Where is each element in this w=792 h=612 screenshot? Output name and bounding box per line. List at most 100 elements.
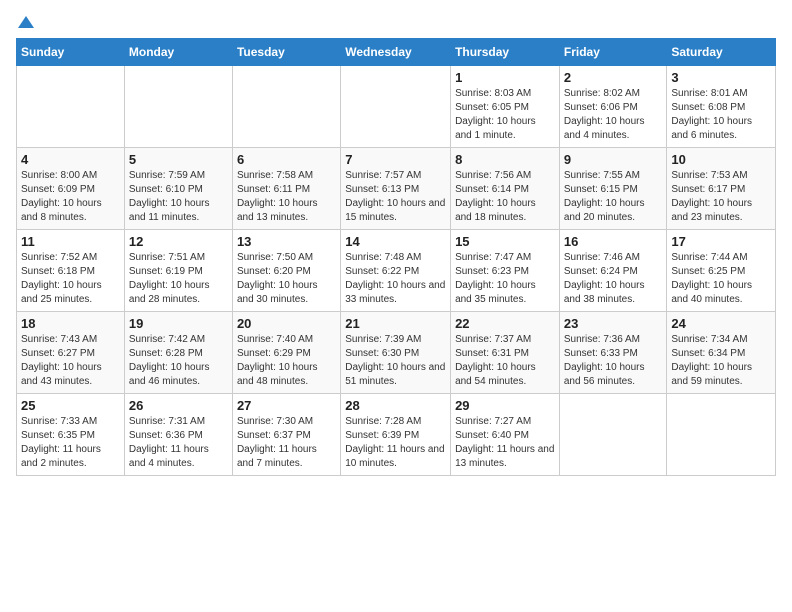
day-number: 6: [237, 152, 336, 167]
calendar-cell: 8 Sunrise: 7:56 AM Sunset: 6:14 PM Daylig…: [451, 148, 560, 230]
calendar-cell: [341, 66, 451, 148]
day-number: 11: [21, 234, 120, 249]
column-header-wednesday: Wednesday: [341, 39, 451, 66]
day-info: Sunrise: 7:30 AM Sunset: 6:37 PM Dayligh…: [237, 415, 336, 471]
column-header-tuesday: Tuesday: [232, 39, 340, 66]
column-header-monday: Monday: [124, 39, 232, 66]
calendar-cell: 2 Sunrise: 8:02 AM Sunset: 6:06 PM Daylig…: [559, 66, 667, 148]
calendar-week-row: 25Sunrise: 7:33 AM Sunset: 6:35 PM Dayli…: [17, 394, 776, 476]
calendar-cell: 16Sunrise: 7:46 AM Sunset: 6:24 PM Dayli…: [559, 230, 667, 312]
day-info: Sunrise: 7:28 AM Sunset: 6:39 PM Dayligh…: [345, 415, 446, 471]
page-header: [16, 16, 776, 30]
day-info: Sunrise: 7:50 AM Sunset: 6:20 PM Dayligh…: [237, 251, 336, 307]
day-number: 4: [21, 152, 120, 167]
day-info: Sunrise: 8:02 AM Sunset: 6:06 PM Dayligh…: [564, 87, 663, 143]
day-info: Sunrise: 7:40 AM Sunset: 6:29 PM Dayligh…: [237, 333, 336, 389]
calendar-cell: 4 Sunrise: 8:00 AM Sunset: 6:09 PM Daylig…: [17, 148, 125, 230]
calendar-cell: [232, 66, 340, 148]
logo: [16, 16, 34, 30]
day-number: 5: [129, 152, 228, 167]
day-number: 9: [564, 152, 663, 167]
calendar-cell: 15 Sunrise: 7:47 AM Sunset: 6:23 PM Dayli…: [451, 230, 560, 312]
day-number: 12: [129, 234, 228, 249]
calendar-cell: 14 Sunrise: 7:48 AM Sunset: 6:22 PM Dayli…: [341, 230, 451, 312]
day-number: 7: [345, 152, 446, 167]
day-info: Sunrise: 7:27 AM Sunset: 6:40 PM Dayligh…: [455, 415, 555, 471]
day-info: Sunrise: 7:52 AM Sunset: 6:18 PM Dayligh…: [21, 251, 120, 307]
day-info: Sunrise: 7:53 AM Sunset: 6:17 PM Dayligh…: [671, 169, 771, 225]
day-number: 20: [237, 316, 336, 331]
day-number: 28: [345, 398, 446, 413]
calendar-cell: 23 Sunrise: 7:36 AM Sunset: 6:33 PM Dayli…: [559, 312, 667, 394]
day-info: Sunrise: 7:43 AM Sunset: 6:27 PM Dayligh…: [21, 333, 120, 389]
day-info: Sunrise: 8:03 AM Sunset: 6:05 PM Dayligh…: [455, 87, 555, 143]
day-number: 8: [455, 152, 555, 167]
calendar-week-row: 1 Sunrise: 8:03 AM Sunset: 6:05 PM Daylig…: [17, 66, 776, 148]
day-info: Sunrise: 7:48 AM Sunset: 6:22 PM Dayligh…: [345, 251, 446, 307]
day-info: Sunrise: 7:58 AM Sunset: 6:11 PM Dayligh…: [237, 169, 336, 225]
calendar-cell: 13 Sunrise: 7:50 AM Sunset: 6:20 PM Dayli…: [232, 230, 340, 312]
calendar-cell: 7 Sunrise: 7:57 AM Sunset: 6:13 PM Daylig…: [341, 148, 451, 230]
day-info: Sunrise: 7:47 AM Sunset: 6:23 PM Dayligh…: [455, 251, 555, 307]
calendar-cell: 10 Sunrise: 7:53 AM Sunset: 6:17 PM Dayli…: [667, 148, 776, 230]
calendar-cell: 22Sunrise: 7:37 AM Sunset: 6:31 PM Dayli…: [451, 312, 560, 394]
calendar-cell: 20 Sunrise: 7:40 AM Sunset: 6:29 PM Dayli…: [232, 312, 340, 394]
calendar-cell: 29 Sunrise: 7:27 AM Sunset: 6:40 PM Dayli…: [451, 394, 560, 476]
day-info: Sunrise: 7:39 AM Sunset: 6:30 PM Dayligh…: [345, 333, 446, 389]
day-number: 13: [237, 234, 336, 249]
day-number: 16: [564, 234, 663, 249]
day-number: 23: [564, 316, 663, 331]
day-info: Sunrise: 7:59 AM Sunset: 6:10 PM Dayligh…: [129, 169, 228, 225]
day-info: Sunrise: 7:44 AM Sunset: 6:25 PM Dayligh…: [671, 251, 771, 307]
calendar-cell: 12 Sunrise: 7:51 AM Sunset: 6:19 PM Dayli…: [124, 230, 232, 312]
calendar-cell: 17 Sunrise: 7:44 AM Sunset: 6:25 PM Dayli…: [667, 230, 776, 312]
column-header-saturday: Saturday: [667, 39, 776, 66]
day-number: 14: [345, 234, 446, 249]
calendar-cell: 9 Sunrise: 7:55 AM Sunset: 6:15 PM Daylig…: [559, 148, 667, 230]
calendar-cell: 24Sunrise: 7:34 AM Sunset: 6:34 PM Dayli…: [667, 312, 776, 394]
calendar-cell: 5 Sunrise: 7:59 AM Sunset: 6:10 PM Daylig…: [124, 148, 232, 230]
calendar-cell: 1 Sunrise: 8:03 AM Sunset: 6:05 PM Daylig…: [451, 66, 560, 148]
day-number: 18: [21, 316, 120, 331]
day-info: Sunrise: 7:55 AM Sunset: 6:15 PM Dayligh…: [564, 169, 663, 225]
calendar-cell: [17, 66, 125, 148]
calendar-cell: 21Sunrise: 7:39 AM Sunset: 6:30 PM Dayli…: [341, 312, 451, 394]
day-info: Sunrise: 8:00 AM Sunset: 6:09 PM Dayligh…: [21, 169, 120, 225]
column-header-friday: Friday: [559, 39, 667, 66]
calendar-week-row: 11 Sunrise: 7:52 AM Sunset: 6:18 PM Dayli…: [17, 230, 776, 312]
logo-triangle-icon: [18, 14, 34, 30]
calendar-cell: 25Sunrise: 7:33 AM Sunset: 6:35 PM Dayli…: [17, 394, 125, 476]
day-number: 17: [671, 234, 771, 249]
day-info: Sunrise: 7:36 AM Sunset: 6:33 PM Dayligh…: [564, 333, 663, 389]
day-number: 25: [21, 398, 120, 413]
day-info: Sunrise: 7:31 AM Sunset: 6:36 PM Dayligh…: [129, 415, 228, 471]
column-header-sunday: Sunday: [17, 39, 125, 66]
day-info: Sunrise: 7:51 AM Sunset: 6:19 PM Dayligh…: [129, 251, 228, 307]
day-info: Sunrise: 8:01 AM Sunset: 6:08 PM Dayligh…: [671, 87, 771, 143]
day-info: Sunrise: 7:42 AM Sunset: 6:28 PM Dayligh…: [129, 333, 228, 389]
calendar-cell: 6 Sunrise: 7:58 AM Sunset: 6:11 PM Daylig…: [232, 148, 340, 230]
day-info: Sunrise: 7:34 AM Sunset: 6:34 PM Dayligh…: [671, 333, 771, 389]
day-number: 2: [564, 70, 663, 85]
day-number: 22: [455, 316, 555, 331]
day-number: 27: [237, 398, 336, 413]
day-number: 10: [671, 152, 771, 167]
calendar-cell: 11 Sunrise: 7:52 AM Sunset: 6:18 PM Dayli…: [17, 230, 125, 312]
calendar-cell: 19Sunrise: 7:42 AM Sunset: 6:28 PM Dayli…: [124, 312, 232, 394]
calendar-cell: [559, 394, 667, 476]
calendar-cell: 3 Sunrise: 8:01 AM Sunset: 6:08 PM Daylig…: [667, 66, 776, 148]
day-number: 15: [455, 234, 555, 249]
day-number: 1: [455, 70, 555, 85]
calendar-cell: 26 Sunrise: 7:31 AM Sunset: 6:36 PM Dayli…: [124, 394, 232, 476]
calendar-cell: [124, 66, 232, 148]
calendar-table: SundayMondayTuesdayWednesdayThursdayFrid…: [16, 38, 776, 476]
day-info: Sunrise: 7:56 AM Sunset: 6:14 PM Dayligh…: [455, 169, 555, 225]
day-number: 26: [129, 398, 228, 413]
day-info: Sunrise: 7:57 AM Sunset: 6:13 PM Dayligh…: [345, 169, 446, 225]
calendar-cell: 18 Sunrise: 7:43 AM Sunset: 6:27 PM Dayli…: [17, 312, 125, 394]
calendar-cell: 27 Sunrise: 7:30 AM Sunset: 6:37 PM Dayli…: [232, 394, 340, 476]
day-number: 29: [455, 398, 555, 413]
calendar-week-row: 18 Sunrise: 7:43 AM Sunset: 6:27 PM Dayli…: [17, 312, 776, 394]
calendar-header-row: SundayMondayTuesdayWednesdayThursdayFrid…: [17, 39, 776, 66]
day-number: 3: [671, 70, 771, 85]
